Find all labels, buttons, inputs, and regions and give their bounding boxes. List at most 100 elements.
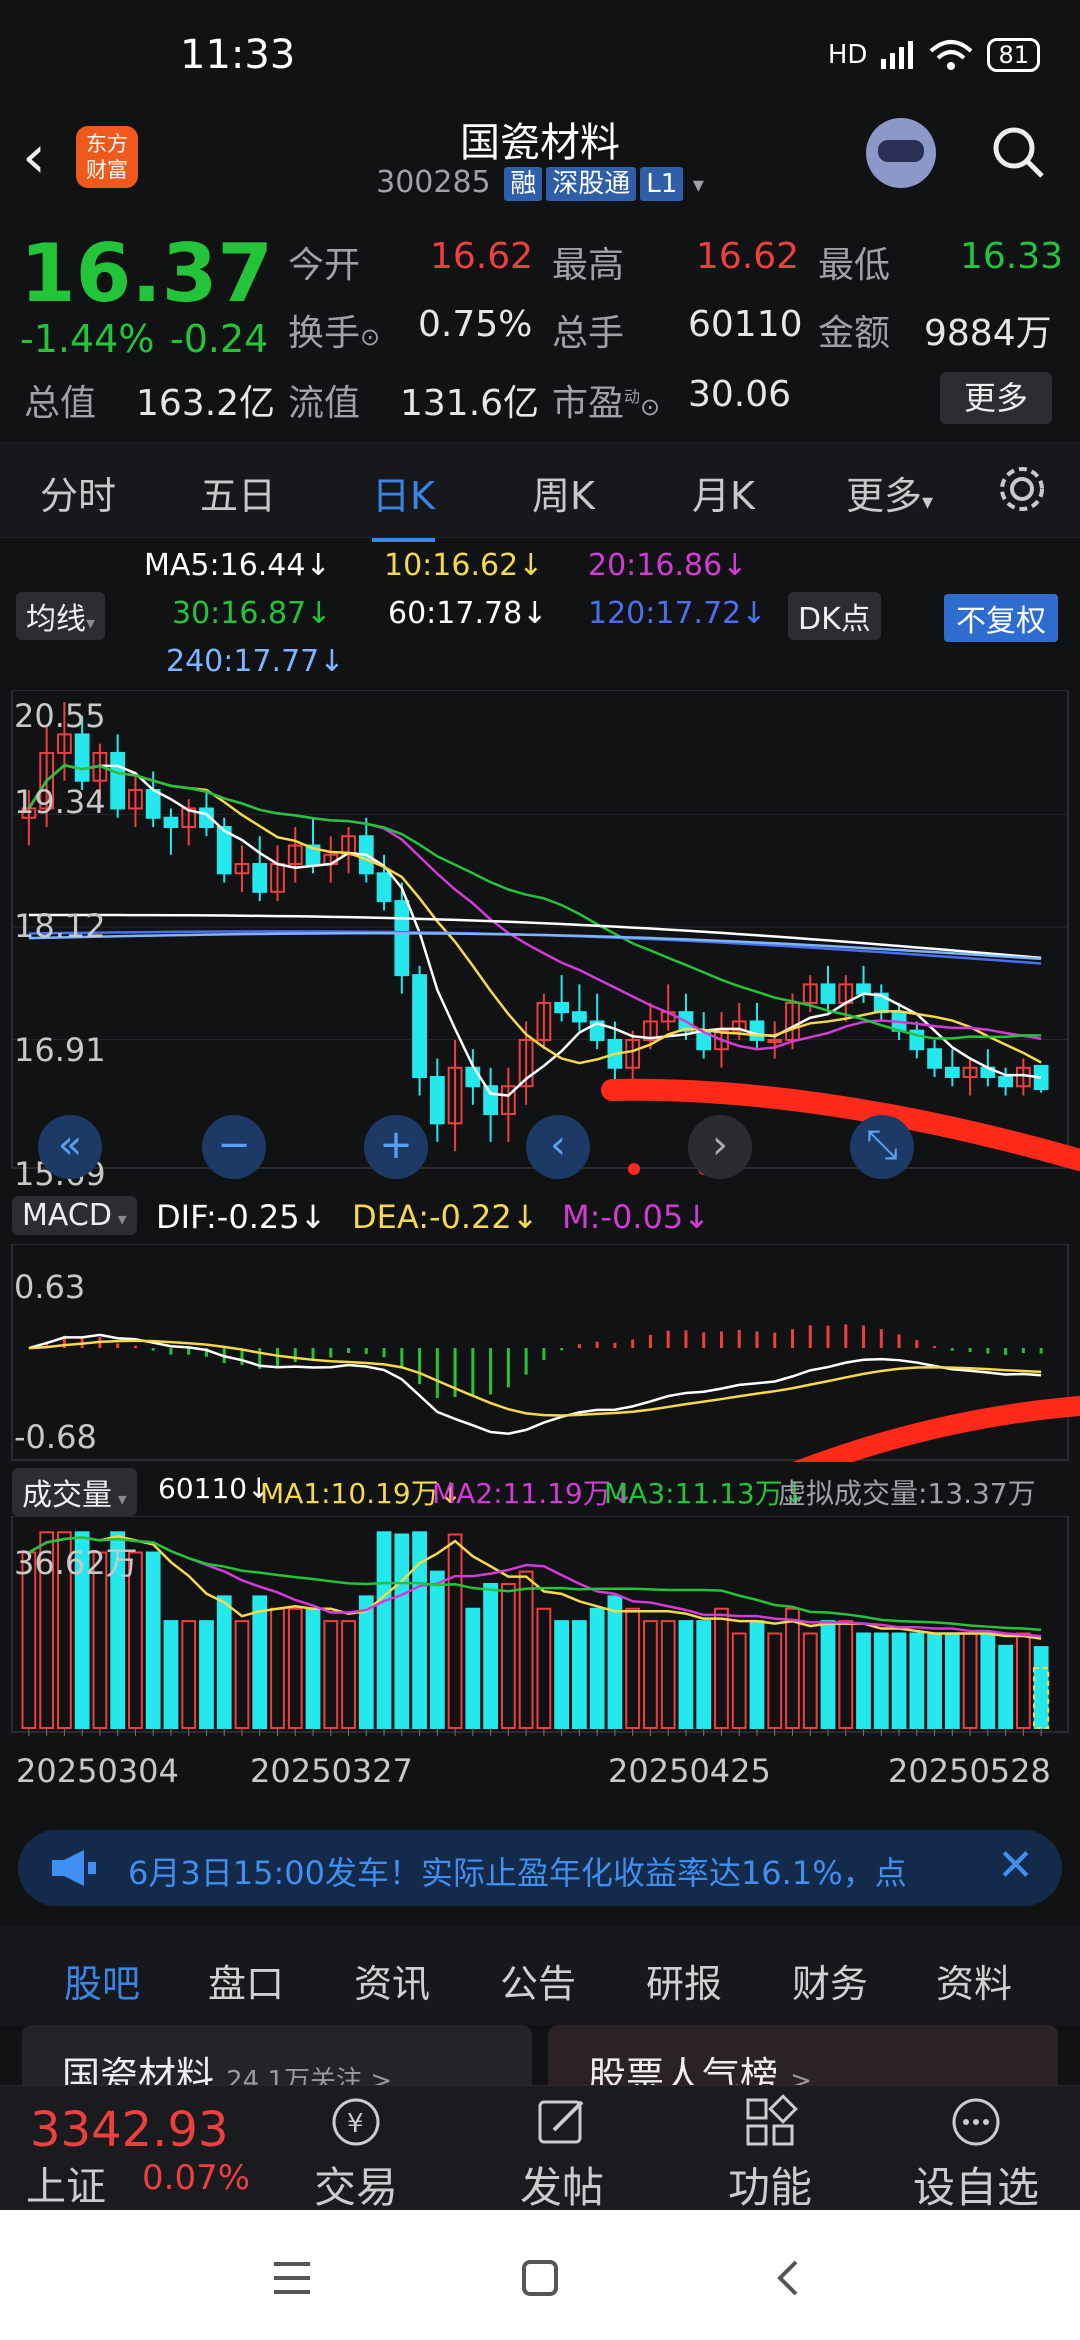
hand-drawn-annotation — [601, 1078, 1080, 1171]
tab-finance[interactable]: 财务 — [792, 1953, 868, 2008]
volume-bar — [944, 1632, 960, 1729]
tab-weekly-k[interactable]: 周K — [532, 465, 595, 520]
nav-watchlist[interactable]: 设自选 — [906, 2094, 1046, 2215]
more-quote-button[interactable]: 更多 — [940, 372, 1052, 424]
tab-profile[interactable]: 资料 — [936, 1953, 1012, 2008]
popularity-card[interactable]: 股票人气榜 > — [548, 2025, 1058, 2085]
dif-value: DIF:-0.25↓ — [156, 1198, 327, 1236]
tab-announcements[interactable]: 公告 — [500, 1953, 576, 2008]
candle-body — [944, 1066, 960, 1079]
ma120-value: 120:17.72↓ — [588, 596, 767, 631]
ma-selector[interactable]: 均线▾ — [16, 592, 106, 640]
volume-bar — [980, 1632, 996, 1729]
volume-bar — [696, 1620, 712, 1729]
zoom-in-button[interactable]: + — [364, 1115, 428, 1179]
open-label: 今开 — [288, 245, 361, 286]
dk-point-button[interactable]: DK点 — [788, 592, 881, 640]
index-change: 0.07% — [142, 2158, 251, 2198]
tab-forum[interactable]: 股吧 — [64, 1953, 141, 2036]
volume-value: 60110 — [688, 304, 803, 345]
volume-bar — [802, 1632, 818, 1729]
back-nav-icon[interactable] — [774, 2258, 800, 2298]
scroll-left-button[interactable]: ‹ — [526, 1115, 590, 1179]
chart-frame — [11, 690, 1069, 1169]
candle-body — [412, 974, 427, 1079]
ma20-line — [27, 763, 1042, 1051]
tab-monthly-k[interactable]: 月K — [692, 465, 755, 520]
robot-assistant-icon[interactable] — [866, 118, 936, 188]
candle-body — [394, 900, 410, 977]
volume-bar — [589, 1607, 605, 1729]
nav-features[interactable]: 功能 — [700, 2094, 840, 2215]
promo-banner[interactable]: 6月3日15:00发车！实际止盈年化收益率达16.1%，点 ✕ — [18, 1830, 1062, 1906]
index-name: 上证 — [26, 2164, 106, 2210]
index-value[interactable]: 3342.93 — [30, 2102, 229, 2158]
volume-bar — [270, 1607, 285, 1729]
volume-bar — [554, 1620, 570, 1729]
signal-icon — [881, 41, 914, 69]
nav-post[interactable]: 发帖 — [492, 2094, 632, 2215]
volume-bar — [838, 1620, 854, 1729]
volume-bar — [216, 1595, 232, 1729]
vol-ma3: MA3:11.13万↓ — [604, 1477, 807, 1510]
menu-icon[interactable] — [272, 2260, 312, 2296]
volume-bar — [536, 1607, 552, 1729]
change-percent: -1.44% — [20, 317, 155, 361]
volume-bar — [873, 1632, 889, 1729]
volume-bar — [1033, 1646, 1049, 1729]
svg-text:¥: ¥ — [347, 2109, 364, 2139]
gear-icon[interactable] — [996, 463, 1048, 515]
fullscreen-icon[interactable]: ⤡ — [850, 1115, 914, 1179]
candle-body — [483, 1085, 498, 1116]
tab-research[interactable]: 研报 — [646, 1953, 722, 2008]
scroll-right-button[interactable]: › — [688, 1115, 752, 1179]
network-type: HD — [827, 40, 868, 70]
tab-orderbook[interactable]: 盘口 — [208, 1953, 284, 2008]
low-label: 最低 — [818, 245, 891, 286]
ma60-line — [28, 913, 1042, 960]
virtual-volume: 虚拟成交量:13.37万 — [778, 1477, 1036, 1510]
volume-bar — [927, 1632, 942, 1729]
amount-value: 9884万 — [924, 313, 1052, 354]
tab-daily-k[interactable]: 日K — [372, 465, 435, 542]
volume-axis-top: 36.62万 — [14, 1544, 138, 1582]
mktcap-value: 163.2亿 — [136, 383, 276, 424]
volume-selector[interactable]: 成交量 ▾ — [12, 1468, 137, 1516]
tab-more[interactable]: 更多▾ — [846, 465, 933, 520]
volume-bar — [199, 1620, 214, 1729]
volume-bar — [483, 1582, 498, 1730]
home-icon[interactable] — [522, 2260, 558, 2296]
scroll-left-fast-button[interactable]: « — [38, 1115, 102, 1179]
candle-body — [820, 983, 836, 1004]
tab-news[interactable]: 资讯 — [354, 1953, 430, 2008]
search-icon[interactable] — [990, 124, 1046, 180]
forum-card[interactable]: 国瓷材料 24.1万关注 > — [22, 2025, 532, 2085]
chevron-down-icon: ▾ — [111, 1209, 127, 1230]
macd-axis-top: 0.63 — [14, 1268, 86, 1306]
price-axis-3: 18.12 — [14, 907, 106, 945]
volume-bar — [518, 1570, 534, 1729]
date-label-3: 20250425 — [608, 1752, 771, 1790]
volume-bar — [358, 1595, 374, 1729]
mktcap-label: 总值 — [24, 383, 97, 424]
tab-intraday[interactable]: 分时 — [40, 465, 116, 520]
volume-bar — [643, 1620, 658, 1729]
volume-chart[interactable] — [0, 1516, 1080, 1736]
volume-bar — [429, 1570, 445, 1729]
volume-bar — [323, 1620, 339, 1729]
macd-chart[interactable] — [0, 1244, 1080, 1462]
volume-bar — [962, 1632, 978, 1729]
nav-trade[interactable]: ¥ 交易 — [286, 2094, 426, 2215]
tab-five-day[interactable]: 五日 — [200, 465, 276, 520]
quote-panel: 16.37 -1.44% -0.24 今开 16.62 最高 16.62 最低 … — [0, 212, 1080, 442]
close-icon[interactable]: ✕ — [997, 1840, 1034, 1891]
volume-bar — [572, 1620, 587, 1729]
system-nav-bar — [0, 2210, 1080, 2340]
adjust-button[interactable]: 不复权 — [944, 594, 1058, 642]
ma60-value: 60:17.78↓ — [388, 596, 548, 631]
volume-label: 总手 — [552, 313, 625, 354]
pe-value: 30.06 — [688, 374, 792, 415]
zoom-out-button[interactable]: − — [202, 1115, 266, 1179]
macd-selector[interactable]: MACD ▾ — [12, 1196, 137, 1235]
candlestick-chart[interactable] — [0, 690, 1080, 1190]
